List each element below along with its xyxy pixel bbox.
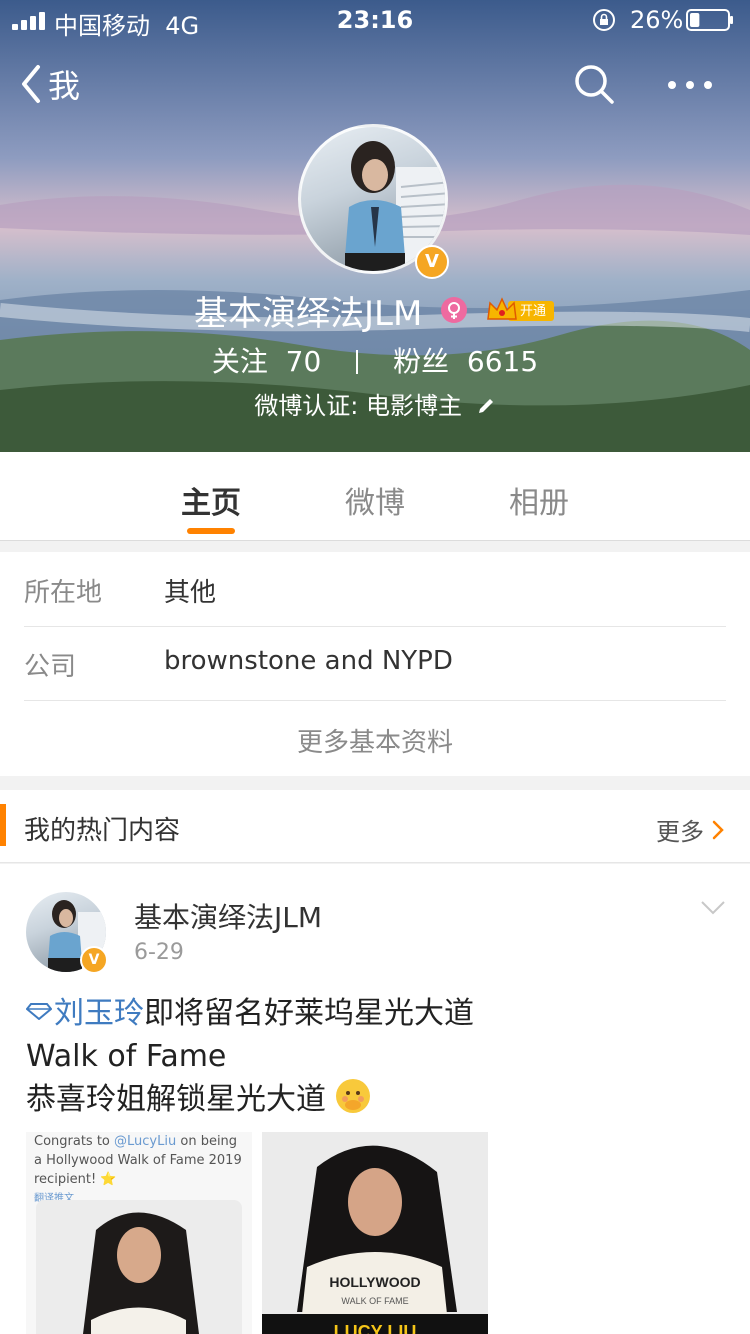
post-line-3: 恭喜玲姐解锁星光大道 xyxy=(26,1078,474,1121)
post-image-2[interactable]: HOLLYWOOD WALK OF FAME LUCY LIU xyxy=(262,1132,488,1334)
info-key: 所在地 xyxy=(24,578,103,608)
profile-stats: 关注 70 粉丝 6615 xyxy=(0,340,750,380)
tab-album[interactable]: 相册 xyxy=(509,478,569,522)
fans-stat[interactable]: 粉丝 6615 xyxy=(393,345,538,378)
post-line-1: 刘玉玲即将留名好莱坞星光大道 xyxy=(26,992,474,1035)
chevron-right-icon xyxy=(712,820,724,839)
basic-info-card: 所在地 其他 公司 brownstone and NYPD 更多基本资料 xyxy=(0,552,750,776)
shirt-subtext: WALK OF FAME xyxy=(341,1296,408,1306)
section-accent-bar xyxy=(0,804,6,846)
verified-badge-icon: V xyxy=(80,946,108,974)
tab-home[interactable]: 主页 xyxy=(181,478,241,522)
profile-header: 中国移动 4G 23:16 26% 我 V 基本演绎法JLM 开通 关注 70 … xyxy=(0,0,750,452)
profile-name: 基本演绎法JLM xyxy=(194,294,423,334)
shirt-text: HOLLYWOOD xyxy=(329,1274,420,1290)
verification-row[interactable]: 微博认证: 电影博主 xyxy=(0,386,750,421)
hot-more-button[interactable]: 更多 xyxy=(656,812,724,847)
photo-lucy-liu: HOLLYWOOD WALK OF FAME LUCY LIU xyxy=(262,1132,488,1334)
verified-badge-icon: V xyxy=(415,245,449,279)
mention-link[interactable]: 刘玉玲 xyxy=(26,996,144,1031)
chevron-left-icon xyxy=(22,65,40,103)
post-author-name[interactable]: 基本演绎法JLM xyxy=(134,896,322,936)
more-icon[interactable] xyxy=(666,70,714,100)
following-stat[interactable]: 关注 70 xyxy=(212,345,330,378)
info-value: brownstone and NYPD xyxy=(164,646,453,676)
back-label: 我 xyxy=(48,67,81,105)
diamond-icon xyxy=(26,1003,52,1020)
weibo-post[interactable]: V 基本演绎法JLM 6-29 刘玉玲即将留名好莱坞星光大道 Walk of F… xyxy=(0,864,750,1334)
status-bar: 中国移动 4G 23:16 26% xyxy=(0,0,750,40)
stats-divider xyxy=(356,350,359,374)
back-button[interactable]: 我 xyxy=(20,60,80,108)
female-icon xyxy=(441,297,468,323)
battery-percent: 26% xyxy=(630,6,684,34)
search-icon[interactable] xyxy=(572,62,616,106)
post-content: 刘玉玲即将留名好莱坞星光大道 Walk of Fame 恭喜玲姐解锁星光大道 xyxy=(26,992,474,1121)
section-title: 我的热门内容 xyxy=(24,816,181,846)
tab-weibo[interactable]: 微博 xyxy=(345,478,405,522)
active-tab-indicator xyxy=(187,528,235,534)
rotation-lock-icon xyxy=(593,9,615,31)
verification-text: 微博认证: 电影博主 xyxy=(254,392,463,420)
post-image-1[interactable]: Congrats to @LucyLiu on being a Hollywoo… xyxy=(26,1132,252,1334)
image-caption: Congrats to @LucyLiu on being a Hollywoo… xyxy=(34,1132,244,1208)
battery-icon xyxy=(686,9,733,31)
info-key: 公司 xyxy=(24,652,77,682)
vip-label: 开通 xyxy=(519,304,546,319)
post-line-2: Walk of Fame xyxy=(26,1039,227,1074)
photo-lucy-liu: HOLLYWOOD xyxy=(36,1200,242,1334)
hot-more-label: 更多 xyxy=(656,818,704,846)
chevron-down-icon[interactable] xyxy=(700,900,726,916)
shy-emoji-icon xyxy=(335,1079,370,1113)
edit-pencil-icon xyxy=(478,399,493,413)
more-info-link[interactable]: 更多基本资料 xyxy=(0,722,750,759)
photo-banner-text: LUCY LIU xyxy=(334,1322,417,1334)
vip-crown-badge[interactable]: 开通 xyxy=(486,294,556,334)
hot-content-header: 我的热门内容 更多 xyxy=(0,790,750,863)
profile-name-row: 基本演绎法JLM 开通 xyxy=(0,286,750,335)
info-row-company: 公司 brownstone and NYPD xyxy=(24,626,726,701)
info-row-location: 所在地 其他 xyxy=(24,552,726,627)
info-value: 其他 xyxy=(164,578,217,608)
post-date: 6-29 xyxy=(134,940,184,965)
profile-tabs: 主页 微博 相册 xyxy=(0,452,750,541)
